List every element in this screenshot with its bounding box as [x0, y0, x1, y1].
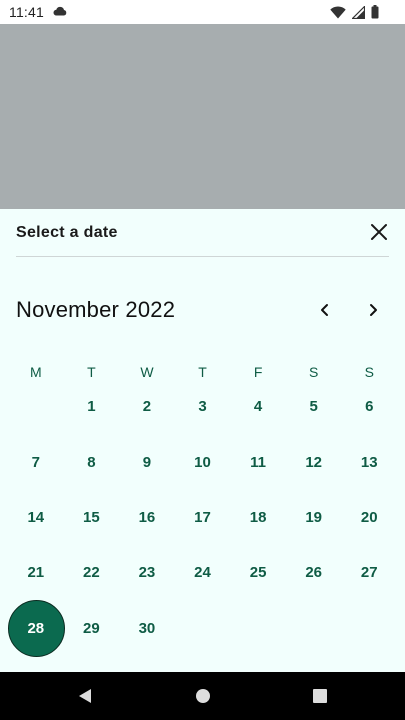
day-number: 6	[365, 398, 374, 416]
status-bar: 11:41	[0, 0, 405, 24]
day-19[interactable]: 19	[286, 490, 342, 545]
system-navigation-bar	[0, 672, 405, 720]
sheet-title: Select a date	[16, 224, 118, 241]
day-6[interactable]: 6	[341, 379, 397, 434]
wifi-icon	[330, 5, 346, 18]
day-30[interactable]: 30	[119, 601, 175, 656]
day-number: 7	[31, 453, 40, 471]
day-number: 4	[253, 398, 263, 416]
day-12[interactable]: 12	[286, 434, 342, 489]
day-number: 21	[27, 564, 45, 582]
day-13[interactable]: 13	[341, 434, 397, 489]
day-16[interactable]: 16	[119, 490, 175, 545]
day-7[interactable]: 7	[8, 434, 64, 489]
chevron-right-icon	[370, 304, 377, 316]
calendar-week-row: 14 15 16 17 18 19 20	[8, 490, 397, 545]
previous-month-button[interactable]	[313, 298, 337, 322]
day-number: 17	[194, 508, 211, 526]
signal-icon	[352, 5, 365, 19]
day-29[interactable]: 29	[64, 601, 120, 656]
calendar-week-row: 21 22 23 24 25 26 27	[8, 545, 397, 600]
chevron-left-icon	[321, 304, 328, 316]
next-month-button[interactable]	[361, 298, 385, 322]
day-10[interactable]: 10	[175, 434, 231, 489]
day-11[interactable]: 11	[230, 434, 286, 489]
modal-scrim[interactable]	[0, 24, 405, 209]
battery-icon	[371, 5, 379, 19]
day-8[interactable]: 8	[64, 434, 120, 489]
day-number: 16	[138, 508, 156, 526]
day-number: 24	[194, 564, 211, 582]
home-icon[interactable]	[195, 688, 211, 704]
day-9[interactable]: 9	[119, 434, 175, 489]
day-22[interactable]: 22	[64, 545, 120, 600]
calendar-grid: 1 2 3 4 5 6 7 8 9 10 11 12 13 14 15 16 17 18 19 20 21 22 23 24 2…	[8, 379, 397, 657]
day-number: 18	[249, 508, 267, 526]
date-picker-sheet: Select a date November 2022 M T W T F S …	[0, 209, 405, 672]
day-number: 5	[309, 398, 318, 416]
day-28[interactable]: 28	[8, 599, 65, 657]
day-21[interactable]: 21	[8, 545, 64, 600]
empty-day-cell	[286, 601, 342, 656]
close-icon	[371, 224, 387, 240]
day-4[interactable]: 4	[230, 379, 286, 434]
day-number: 27	[360, 564, 378, 582]
day-15[interactable]: 15	[64, 490, 120, 545]
day-number: 13	[360, 453, 378, 471]
calendar-week-row: 1 2 3 4 5 6	[8, 379, 397, 434]
day-2[interactable]: 2	[119, 379, 175, 434]
day-number: 1	[87, 398, 96, 416]
back-icon[interactable]	[77, 688, 93, 704]
day-5[interactable]: 5	[286, 379, 342, 434]
day-number: 15	[83, 508, 100, 526]
cloud-icon	[53, 6, 67, 16]
day-26[interactable]: 26	[286, 545, 342, 600]
day-number: 26	[305, 564, 323, 582]
day-number: 11	[250, 453, 267, 471]
day-20[interactable]: 20	[341, 490, 397, 545]
day-1[interactable]: 1	[64, 379, 120, 434]
day-number: 20	[360, 508, 378, 526]
empty-day-cell	[230, 601, 286, 656]
day-number: 23	[138, 564, 156, 582]
day-number: 8	[87, 453, 96, 471]
day-3[interactable]: 3	[175, 379, 231, 434]
day-25[interactable]: 25	[230, 545, 286, 600]
day-number: 9	[142, 453, 152, 471]
day-number: 10	[194, 453, 211, 471]
day-23[interactable]: 23	[119, 545, 175, 600]
day-number: 28	[27, 619, 45, 637]
recents-icon[interactable]	[312, 688, 328, 704]
month-row: November 2022	[16, 295, 389, 325]
empty-day-cell	[175, 601, 231, 656]
day-number: 30	[138, 619, 156, 637]
sheet-header: Select a date	[16, 209, 389, 257]
day-number: 29	[83, 619, 100, 637]
close-button[interactable]	[369, 222, 389, 242]
day-24[interactable]: 24	[175, 545, 231, 600]
day-number: 3	[198, 398, 207, 416]
month-title: November 2022	[16, 297, 176, 322]
day-number: 14	[27, 508, 45, 526]
day-number: 19	[305, 508, 323, 526]
day-17[interactable]: 17	[175, 490, 231, 545]
day-number: 2	[142, 398, 152, 416]
day-number: 12	[305, 453, 323, 471]
day-14[interactable]: 14	[8, 490, 64, 545]
status-time: 11:41	[9, 4, 44, 20]
calendar-week-row: 7 8 9 10 11 12 13	[8, 434, 397, 489]
day-18[interactable]: 18	[230, 490, 286, 545]
day-27[interactable]: 27	[341, 545, 397, 600]
day-number: 22	[83, 564, 100, 582]
empty-day-cell	[341, 601, 397, 656]
empty-day-cell	[8, 379, 64, 434]
calendar-week-row: 28 29 30	[8, 599, 397, 657]
day-number: 25	[249, 564, 267, 582]
